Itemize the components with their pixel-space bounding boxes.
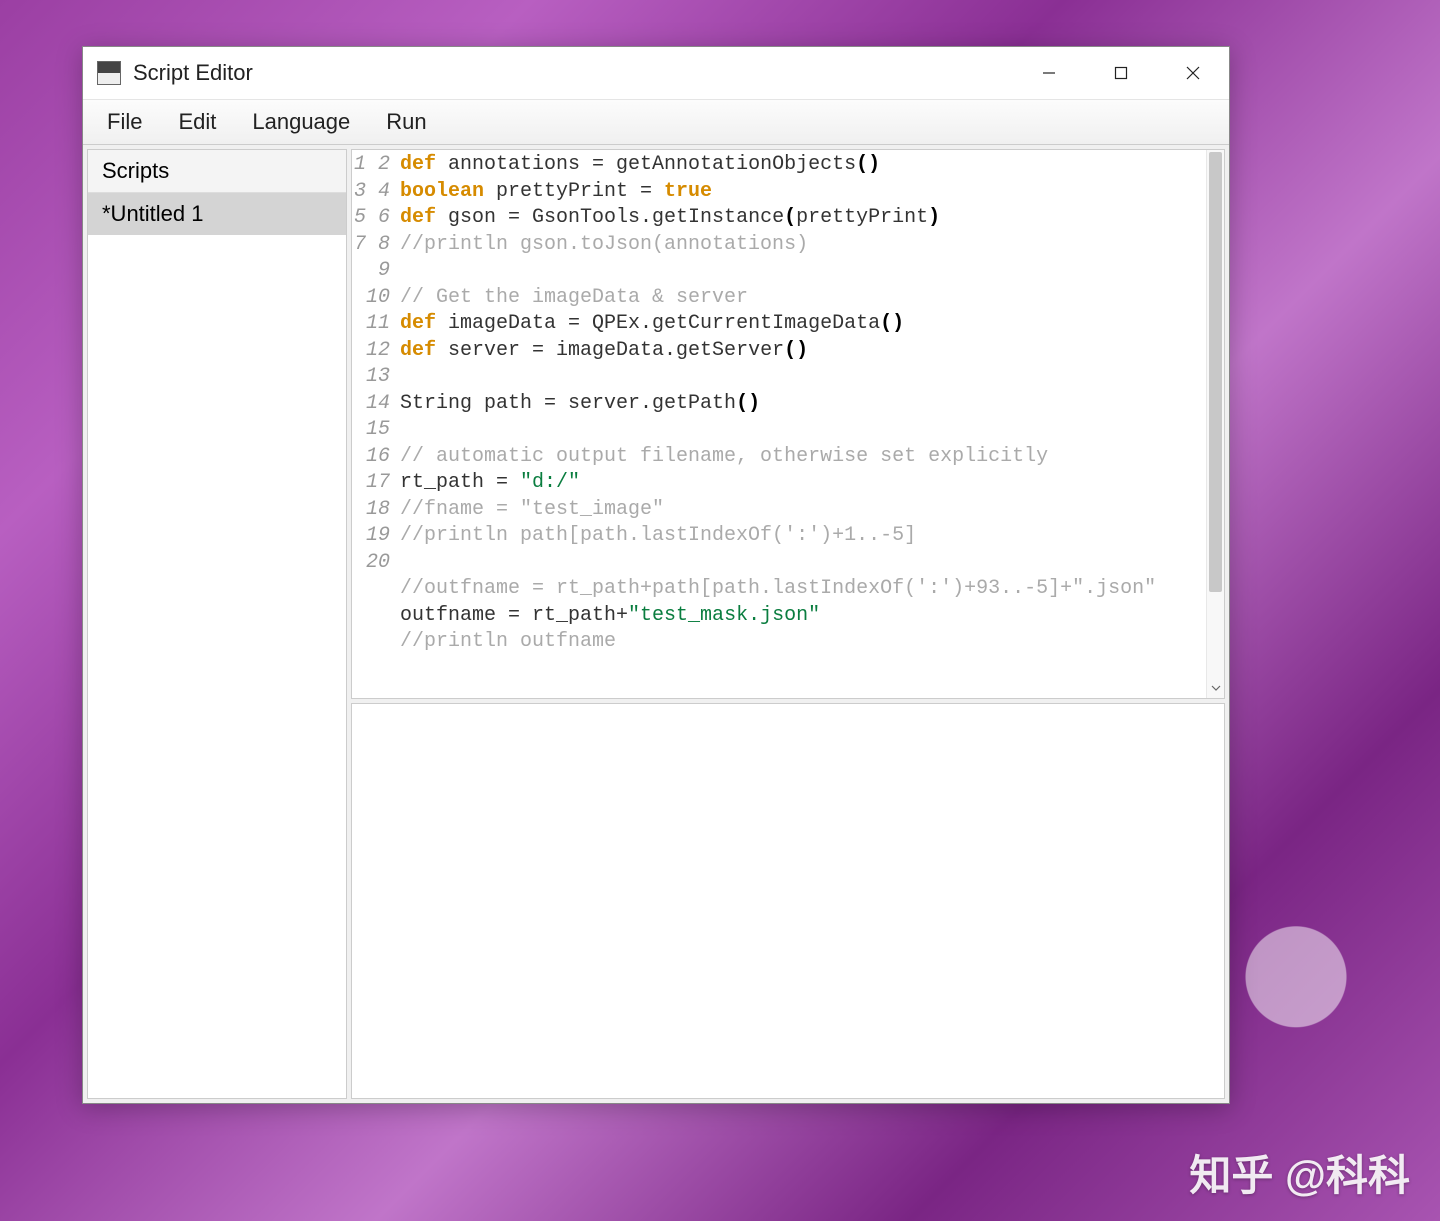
close-icon bbox=[1186, 66, 1200, 80]
right-panels: 1 2 3 4 5 6 7 8 9 10 11 12 13 14 15 16 1… bbox=[351, 149, 1225, 1099]
menu-run[interactable]: Run bbox=[368, 101, 444, 143]
scrollbar-thumb[interactable] bbox=[1209, 152, 1222, 592]
output-panel[interactable] bbox=[351, 703, 1225, 1099]
window-controls bbox=[1013, 47, 1229, 99]
script-list-item[interactable]: *Untitled 1 bbox=[88, 193, 346, 235]
window-title: Script Editor bbox=[133, 60, 1013, 86]
app-icon bbox=[97, 61, 121, 85]
desktop-background: Script Editor File Edit Language Run bbox=[0, 0, 1440, 1221]
maximize-icon bbox=[1114, 66, 1128, 80]
minimize-icon bbox=[1042, 66, 1056, 80]
watermark-text: 知乎 @科科 bbox=[1189, 1142, 1410, 1203]
maximize-button[interactable] bbox=[1085, 47, 1157, 99]
body-split: Scripts *Untitled 1 1 2 3 4 5 6 7 8 9 10… bbox=[83, 145, 1229, 1103]
titlebar[interactable]: Script Editor bbox=[83, 47, 1229, 99]
code-editor[interactable]: 1 2 3 4 5 6 7 8 9 10 11 12 13 14 15 16 1… bbox=[351, 149, 1225, 699]
close-button[interactable] bbox=[1157, 47, 1229, 99]
scripts-sidebar: Scripts *Untitled 1 bbox=[87, 149, 347, 1099]
line-number-gutter: 1 2 3 4 5 6 7 8 9 10 11 12 13 14 15 16 1… bbox=[352, 150, 396, 698]
menu-language[interactable]: Language bbox=[234, 101, 368, 143]
minimize-button[interactable] bbox=[1013, 47, 1085, 99]
script-editor-window: Script Editor File Edit Language Run bbox=[82, 46, 1230, 1104]
vertical-scrollbar[interactable] bbox=[1206, 150, 1224, 698]
scroll-down-icon[interactable] bbox=[1207, 680, 1224, 696]
sidebar-header: Scripts bbox=[88, 150, 346, 193]
scripts-list[interactable]: *Untitled 1 bbox=[88, 193, 346, 1098]
menu-file[interactable]: File bbox=[89, 101, 160, 143]
menubar: File Edit Language Run bbox=[83, 99, 1229, 145]
code-content[interactable]: def annotations = getAnnotationObjects()… bbox=[396, 150, 1224, 698]
menu-edit[interactable]: Edit bbox=[160, 101, 234, 143]
